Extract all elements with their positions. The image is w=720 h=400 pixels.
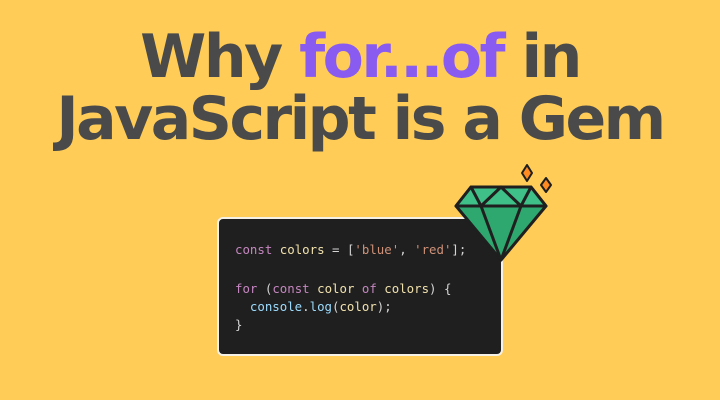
code-string-red: 'red' xyxy=(414,242,452,257)
code-paren-close-brace: ) { xyxy=(429,281,452,296)
code-operator-equals: = xyxy=(332,242,340,257)
code-keyword-const: const xyxy=(235,242,273,257)
code-argument-color: color xyxy=(339,299,377,314)
headline-lead: Why xyxy=(140,22,300,92)
headline-line1-trail: in xyxy=(503,22,583,92)
code-method-log: log xyxy=(309,299,332,314)
code-keyword-for: for xyxy=(235,281,258,296)
code-call-close: ); xyxy=(376,299,392,314)
thumbnail-canvas: Why for...of in JavaScript is a Gem const… xyxy=(0,0,720,400)
headline: Why for...of in JavaScript is a Gem xyxy=(0,26,720,150)
code-string-blue: 'blue' xyxy=(354,242,400,257)
code-line-1: const colors = ['blue', 'red']; xyxy=(235,242,466,258)
code-keyword-of: of xyxy=(361,281,377,296)
code-dot: . xyxy=(302,299,310,314)
code-line-5: } xyxy=(235,317,242,333)
code-object-console: console xyxy=(249,299,303,314)
code-line-4: console.log(color); xyxy=(235,299,392,315)
headline-line2: JavaScript is a Gem xyxy=(56,84,666,154)
code-variable-colors: colors xyxy=(279,242,325,257)
code-keyword-const-loop: const xyxy=(272,281,310,296)
headline-accent-keyword: for...of xyxy=(299,22,506,92)
code-line-3: for (const color of colors) { xyxy=(235,281,451,297)
code-closing-brace: } xyxy=(235,317,243,332)
code-variable-colors-iter: colors xyxy=(384,281,430,296)
gem-icon xyxy=(454,164,552,262)
code-variable-color: color xyxy=(317,281,355,296)
code-comma: , xyxy=(399,242,415,257)
